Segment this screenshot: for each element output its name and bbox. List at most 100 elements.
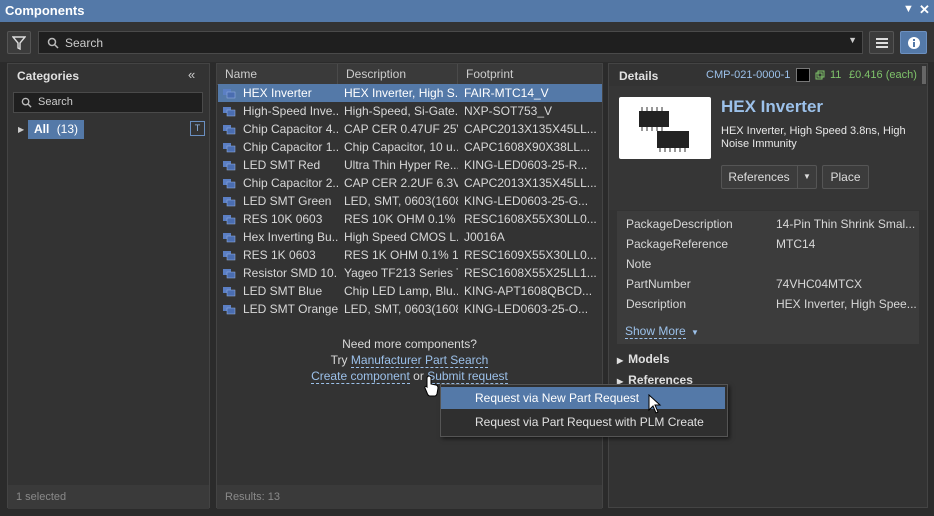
cell-description: Chip LED Lamp, Blu... <box>344 284 458 298</box>
component-icon <box>223 305 236 315</box>
expand-arrow-icon: ▶ <box>617 356 624 365</box>
create-component-link[interactable]: Create component <box>311 369 410 384</box>
cell-description: RES 1K OHM 0.1% 1/... <box>344 248 458 262</box>
chevron-down-icon[interactable]: ▼ <box>797 166 816 188</box>
section-models[interactable]: ▶ Models <box>617 352 670 366</box>
details-panel: Details CMP-021-0000-1 11 £0.416 (each) … <box>608 63 928 508</box>
component-icon <box>223 197 236 207</box>
search-icon <box>47 37 59 49</box>
cell-footprint: FAIR-MTC14_V <box>464 86 549 100</box>
table-row[interactable]: LED SMT Red Ultra Thin Hyper Re... KING-LE… <box>218 156 602 174</box>
component-icon <box>223 179 236 189</box>
cell-description: Yageo TF213 Series T... <box>344 266 458 280</box>
cell-footprint: CAPC2013X135X45LL... <box>464 122 597 136</box>
categories-title: Categories <box>17 69 80 83</box>
component-list-panel: Name Description Footprint HEX Inverter H… <box>216 63 603 509</box>
component-icon <box>223 269 236 279</box>
try-text: Try <box>330 353 348 367</box>
menu-item-new-part-request[interactable]: Request via New Part Request <box>441 387 725 409</box>
filter-button[interactable] <box>7 31 31 54</box>
column-description[interactable]: Description <box>338 64 458 84</box>
category-all[interactable]: All (13) <box>28 120 85 139</box>
table-row[interactable]: High-Speed Inve... High-Speed, Si-Gate...… <box>218 102 602 120</box>
table-row[interactable]: Hex Inverting Bu... High Speed CMOS L... J… <box>218 228 602 246</box>
component-icon <box>223 89 236 99</box>
cell-footprint: KING-APT1608QBCD... <box>464 284 593 298</box>
property-key: PackageReference <box>626 237 729 251</box>
hamburger-icon <box>875 38 888 48</box>
menu-item-plm-create[interactable]: Request via Part Request with PLM Create <box>441 411 725 433</box>
cell-footprint: KING-LED0603-25-O... <box>464 302 589 316</box>
references-button[interactable]: References ▼ <box>721 165 817 189</box>
cell-name: LED SMT Green <box>243 194 332 208</box>
component-icon <box>223 161 236 171</box>
info-icon <box>907 37 920 49</box>
hand-cursor-icon <box>424 375 439 397</box>
filter-icon <box>11 36 27 51</box>
cell-description: Chip Capacitor, 10 u... <box>344 140 458 154</box>
categories-panel: Categories « Search ▶ All (13) T 1 selec… <box>7 63 210 509</box>
cell-description: LED, SMT, 0603(1608... <box>344 302 458 316</box>
search-icon <box>21 97 32 108</box>
arrow-cursor-icon <box>648 394 662 414</box>
table-row[interactable]: LED SMT Blue Chip LED Lamp, Blu... KING-AP… <box>218 282 602 300</box>
cell-name: LED SMT Orange <box>243 302 338 316</box>
category-search-input[interactable]: Search <box>13 92 203 113</box>
property-key: Description <box>626 297 687 311</box>
table-row[interactable]: HEX Inverter HEX Inverter, High S... FAIR-… <box>218 84 602 102</box>
table-row[interactable]: RES 1K 0603 RES 1K OHM 0.1% 1/... RESC1609… <box>218 246 602 264</box>
cell-description: HEX Inverter, High S... <box>344 86 458 100</box>
table-row[interactable]: LED SMT Green LED, SMT, 0603(1608... KING-… <box>218 192 602 210</box>
column-footprint[interactable]: Footprint <box>458 64 602 84</box>
component-icon <box>223 287 236 297</box>
cell-name: RES 1K 0603 <box>243 248 316 262</box>
cell-footprint: KING-LED0603-25-G... <box>464 194 589 208</box>
info-button[interactable] <box>900 31 927 54</box>
collapse-icon[interactable]: « <box>188 67 195 82</box>
expand-arrow-icon[interactable]: ▶ <box>18 125 24 134</box>
triangle-down-icon[interactable]: ▼ <box>903 3 914 15</box>
chevron-down-icon[interactable]: ▼ <box>848 35 857 45</box>
table-row[interactable]: Chip Capacitor 1... Chip Capacitor, 10 u.… <box>218 138 602 156</box>
cell-name: LED SMT Red <box>243 158 321 172</box>
show-more-link[interactable]: Show More ▼ <box>625 324 699 339</box>
panel-title: Components <box>5 3 85 18</box>
component-icon <box>223 215 236 225</box>
cell-footprint: RESC1608X55X30LL0... <box>464 212 597 226</box>
search-input[interactable]: Search ▼ <box>38 31 863 54</box>
close-icon[interactable]: ✕ <box>919 2 930 18</box>
cell-footprint: CAPC2013X135X45LL... <box>464 176 597 190</box>
category-all-label: All <box>34 122 50 136</box>
cell-name: Resistor SMD 10... <box>243 266 338 280</box>
table-row[interactable]: Chip Capacitor 2... CAP CER 2.2UF 6.3V...… <box>218 174 602 192</box>
property-value: 74VHC04MTCX <box>776 277 863 291</box>
table-row[interactable]: RES 10K 0603 RES 10K OHM 0.1% ,... RESC160… <box>218 210 602 228</box>
property-key: PackageDescription <box>626 217 733 231</box>
scrollbar[interactable] <box>922 66 926 84</box>
show-more-label: Show More <box>625 324 686 339</box>
results-status: Results: 13 <box>217 485 602 509</box>
component-description: HEX Inverter, High Speed 3.8ns, High Noi… <box>721 125 906 150</box>
component-name: HEX Inverter <box>721 97 824 116</box>
table-row[interactable]: Resistor SMD 10... Yageo TF213 Series T..… <box>218 264 602 282</box>
table-row[interactable]: LED SMT Orange LED, SMT, 0603(1608... KING… <box>218 300 602 318</box>
stock-count: 11 <box>830 69 842 81</box>
cell-description: High-Speed, Si-Gate... <box>344 104 458 118</box>
column-name[interactable]: Name <box>217 64 338 84</box>
component-icon <box>223 107 236 117</box>
category-filter-icon[interactable]: T <box>190 121 205 136</box>
cell-name: Chip Capacitor 4... <box>243 122 338 136</box>
category-all-count: (13) <box>56 122 79 136</box>
category-search-placeholder: Search <box>38 96 73 108</box>
part-id[interactable]: CMP-021-0000-1 <box>706 69 790 81</box>
cell-name: Chip Capacitor 1... <box>243 140 338 154</box>
property-value: MTC14 <box>776 237 816 251</box>
cell-name: High-Speed Inve... <box>243 104 338 118</box>
manufacturer-part-search-link[interactable]: Manufacturer Part Search <box>350 353 489 368</box>
place-button[interactable]: Place <box>822 165 869 189</box>
toolbar: Search ▼ <box>0 22 934 62</box>
property-value: HEX Inverter, High Spee... <box>776 297 917 311</box>
table-row[interactable]: Chip Capacitor 4... CAP CER 0.47UF 25V...… <box>218 120 602 138</box>
chip-icon <box>639 107 689 152</box>
menu-button[interactable] <box>869 31 894 54</box>
